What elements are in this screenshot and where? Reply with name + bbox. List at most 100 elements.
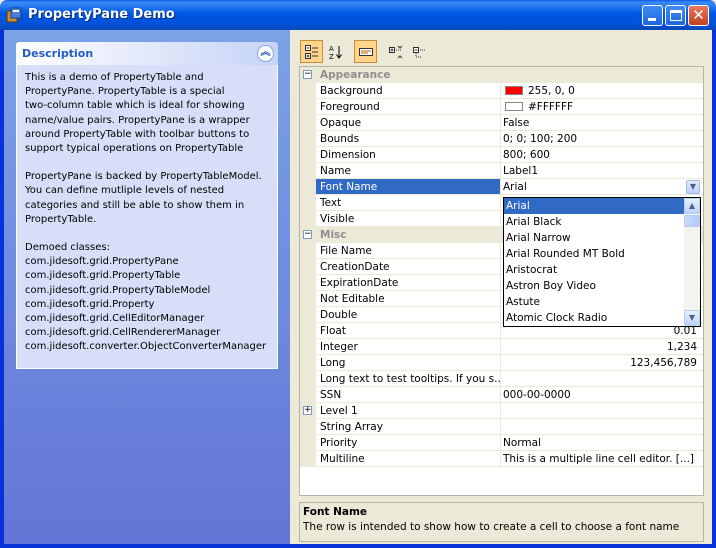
property-name: File Name	[316, 243, 501, 259]
categorized-view-button[interactable]	[300, 40, 323, 63]
property-value[interactable]: 123,456,789	[501, 355, 703, 371]
property-value[interactable]: Normal	[501, 435, 703, 451]
collapse-minus-icon[interactable]: −	[303, 70, 312, 79]
font-option[interactable]: Arial Rounded MT Bold	[504, 246, 684, 262]
font-name-dropdown[interactable]: Arial Arial Black Arial Narrow Arial Rou…	[503, 197, 701, 327]
property-name: String Array	[316, 419, 501, 435]
property-value[interactable]	[501, 371, 703, 387]
property-name: Not Editable	[316, 291, 501, 307]
task-pane: Description ︽ This is a demo of Property…	[4, 30, 290, 544]
property-value[interactable]: This is a multiple line cell editor. [..…	[501, 451, 703, 467]
property-row-bounds[interactable]: Bounds 0; 0; 100; 200	[300, 131, 703, 147]
font-option[interactable]: Astron Boy Video	[504, 278, 684, 294]
font-option[interactable]: Arial Black	[504, 214, 684, 230]
close-button[interactable]: ✕	[688, 5, 709, 26]
property-row-name[interactable]: Name Label1	[300, 163, 703, 179]
minimize-icon	[648, 18, 656, 21]
property-name: Visible	[316, 211, 501, 227]
scroll-down-icon[interactable]: ▼	[684, 310, 700, 326]
property-toolbar: A Z	[298, 38, 710, 66]
svg-text:A: A	[329, 45, 334, 53]
property-row-long[interactable]: Long 123,456,789	[300, 355, 703, 371]
property-name: Bounds	[316, 131, 501, 147]
maximize-button[interactable]	[665, 5, 686, 26]
property-value[interactable]: 1,234	[501, 339, 703, 355]
property-row-level-1[interactable]: + Level 1	[300, 403, 703, 419]
color-swatch-white	[505, 102, 523, 111]
property-row-integer[interactable]: Integer 1,234	[300, 339, 703, 355]
property-value[interactable]	[501, 403, 703, 419]
color-swatch-red	[505, 86, 523, 95]
property-value[interactable]: 0; 0; 100; 200	[501, 131, 703, 147]
sort-alphabetical-button[interactable]: A Z	[324, 40, 347, 63]
description-toggle-icon	[359, 48, 373, 56]
window-title: PropertyPane Demo	[28, 7, 175, 22]
property-value[interactable]: 000-00-0000	[501, 387, 703, 403]
property-name: Font Name	[316, 179, 501, 195]
property-name: Integer	[316, 339, 501, 355]
property-name: Foreground	[316, 99, 501, 115]
window-frame-bottom	[0, 544, 716, 548]
sort-alphabetical-icon: A Z	[329, 45, 342, 59]
description-paragraph: Demoed classes: com.jidesoft.grid.Proper…	[25, 242, 267, 353]
property-name: Background	[316, 83, 501, 99]
property-name: Multiline	[316, 451, 501, 467]
info-title: Font Name	[303, 506, 368, 518]
collapse-minus-icon[interactable]: −	[303, 230, 312, 239]
collapse-chevron-up-icon[interactable]: ︽	[257, 45, 274, 62]
property-description-box: Font Name The row is intended to show ho…	[299, 502, 704, 542]
description-paragraph: This is a demo of PropertyTable and Prop…	[25, 72, 250, 155]
description-title: Description	[22, 47, 94, 60]
property-name: Double	[316, 307, 501, 323]
chevron-down-icon[interactable]: ▼	[686, 180, 700, 194]
property-row-ssn[interactable]: SSN 000-00-0000	[300, 387, 703, 403]
scrollbar-thumb[interactable]	[684, 215, 700, 227]
description-paragraph: PropertyPane is backed by PropertyTableM…	[25, 171, 262, 225]
minimize-button[interactable]	[642, 5, 663, 26]
property-row-background[interactable]: Background 255, 0, 0	[300, 83, 703, 99]
property-value[interactable]	[501, 419, 703, 435]
expand-all-button[interactable]	[384, 40, 407, 63]
title-bar[interactable]: PropertyPane Demo ✕	[0, 0, 716, 30]
property-row-string-array[interactable]: String Array	[300, 419, 703, 435]
property-name: Name	[316, 163, 501, 179]
description-header[interactable]: Description ︽	[16, 42, 278, 65]
font-option[interactable]: Arial Narrow	[504, 230, 684, 246]
category-row-appearance[interactable]: − Appearance	[300, 67, 703, 83]
property-row-long-text[interactable]: Long text to test tooltips. If you s...	[300, 371, 703, 387]
property-name: Long text to test tooltips. If you s...	[316, 371, 501, 387]
expand-all-icon	[389, 45, 403, 59]
font-option[interactable]: Atomic Clock Radio	[504, 310, 684, 326]
scroll-up-icon[interactable]: ▲	[684, 198, 700, 214]
info-text: The row is intended to show how to creat…	[303, 521, 680, 533]
categorized-view-icon	[305, 45, 318, 59]
dropdown-scrollbar[interactable]: ▲ ▼	[684, 198, 700, 326]
window-frame-right	[712, 30, 716, 548]
property-name: Float	[316, 323, 501, 339]
collapse-all-button[interactable]	[408, 40, 431, 63]
property-value[interactable]: #FFFFFF	[501, 99, 703, 115]
font-option[interactable]: Aristocrat	[504, 262, 684, 278]
property-row-opaque[interactable]: Opaque False	[300, 115, 703, 131]
property-value[interactable]: 255, 0, 0	[501, 83, 703, 99]
property-value[interactable]: 800; 600	[501, 147, 703, 163]
expand-plus-icon[interactable]: +	[303, 406, 312, 415]
property-row-dimension[interactable]: Dimension 800; 600	[300, 147, 703, 163]
collapse-all-icon	[413, 47, 426, 58]
description-toggle-button[interactable]	[354, 40, 377, 63]
property-name: Dimension	[316, 147, 501, 163]
property-value[interactable]: False	[501, 115, 703, 131]
category-label: Appearance	[316, 67, 703, 83]
description-body: This is a demo of PropertyTable and Prop…	[16, 65, 278, 369]
property-name: CreationDate	[316, 259, 501, 275]
property-row-priority[interactable]: Priority Normal	[300, 435, 703, 451]
property-row-font-name[interactable]: Font Name Arial ▼	[300, 179, 703, 195]
property-value[interactable]: Label1	[501, 163, 703, 179]
property-row-foreground[interactable]: Foreground #FFFFFF	[300, 99, 703, 115]
property-row-multiline[interactable]: Multiline This is a multiple line cell e…	[300, 451, 703, 467]
property-name: Text	[316, 195, 501, 211]
font-option[interactable]: Astute	[504, 294, 684, 310]
property-name: Priority	[316, 435, 501, 451]
font-name-combo[interactable]: Arial ▼	[501, 179, 703, 195]
font-option[interactable]: Arial	[504, 198, 684, 214]
